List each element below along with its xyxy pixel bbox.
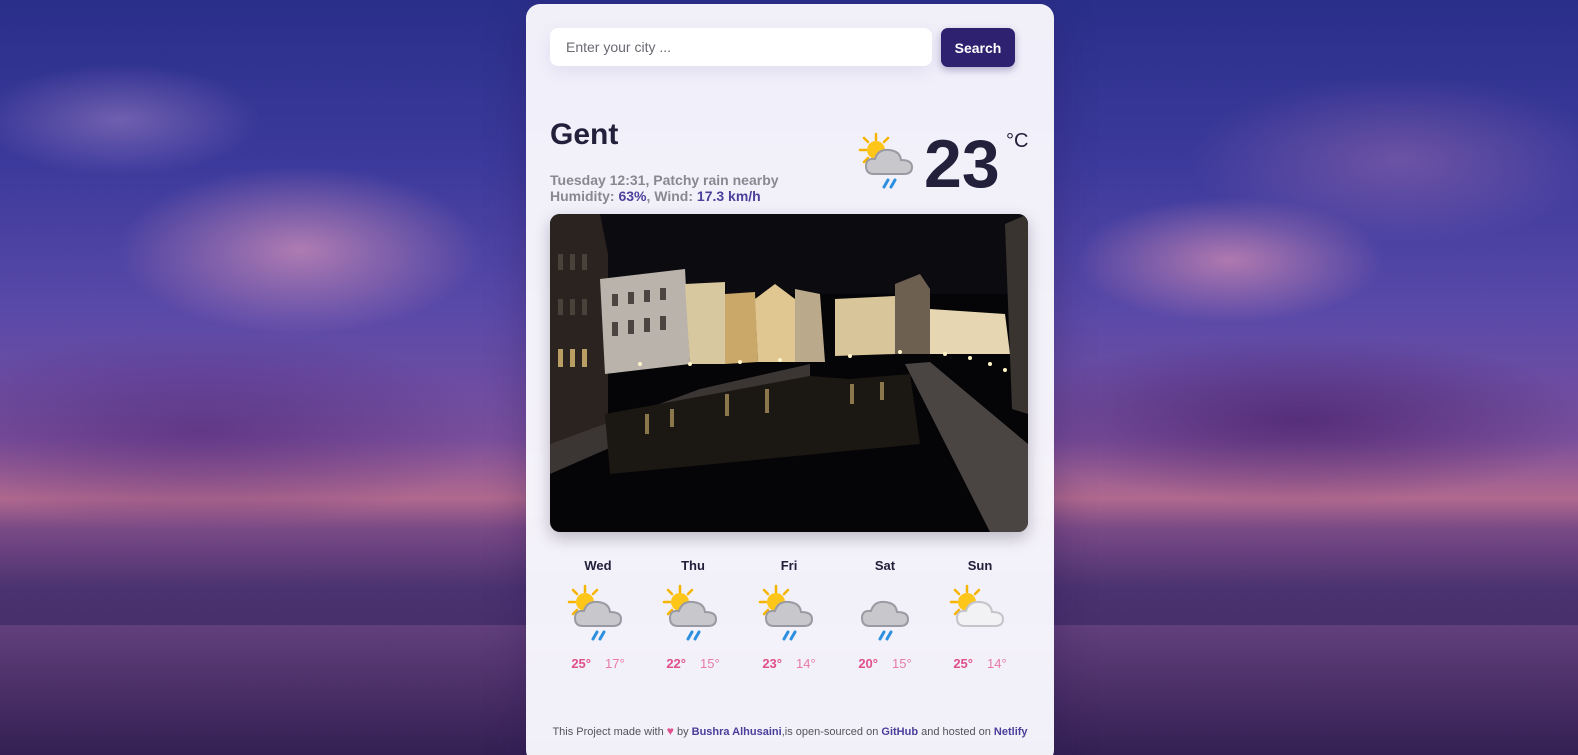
forecast-day-name: Wed — [584, 558, 612, 573]
cloud-rain-icon — [860, 600, 910, 641]
forecast-day-name: Sat — [874, 558, 896, 573]
city-search-input[interactable] — [550, 28, 932, 66]
forecast-max-temp: 25° — [571, 656, 591, 671]
forecast-day-name: Thu — [681, 558, 705, 573]
day-time: Tuesday 12:31 — [550, 172, 646, 188]
forecast-day: Wed 25° 17° — [550, 556, 646, 676]
forecast-day-name: Fri — [780, 558, 798, 573]
partly-cloudy-icon — [949, 584, 1005, 627]
weather-card: Search Gent Tuesday 12:31, Patchy rain n… — [526, 4, 1054, 755]
forecast-max-temp: 25° — [953, 656, 973, 671]
city-name: Gent — [550, 118, 619, 151]
city-photo — [550, 214, 1028, 532]
forecast-temps: 25° 14° — [932, 656, 1028, 671]
search-button[interactable]: Search — [941, 28, 1015, 67]
footer: This Project made with ♥ by Bushra Alhus… — [526, 724, 1054, 738]
humidity-wind: Humidity: 63%, Wind: 17.3 km/h — [550, 188, 761, 204]
current-temperature: 23 °C — [856, 124, 1036, 204]
forecast-max-temp: 22° — [666, 656, 686, 671]
forecast-min-temp: 14° — [987, 656, 1007, 671]
temperature-value: 23 — [924, 126, 1000, 202]
forecast-min-temp: 14° — [796, 656, 816, 671]
city-photo-image — [550, 214, 1028, 532]
footer-text: This Project made with — [552, 726, 664, 738]
forecast-temps: 23° 14° — [741, 656, 837, 671]
forecast-temps: 20° 15° — [837, 656, 933, 671]
forecast-day: Sat 20° 15° — [837, 556, 933, 676]
github-link[interactable]: GitHub — [881, 726, 918, 738]
weather-details: Tuesday 12:31, Patchy rain nearby Humidi… — [550, 172, 779, 204]
forecast-temps: 25° 17° — [550, 656, 646, 671]
forecast-min-temp: 17° — [605, 656, 625, 671]
forecast-temps: 22° 15° — [645, 656, 741, 671]
weather-description: Patchy rain nearby — [653, 172, 779, 188]
netlify-link[interactable]: Netlify — [994, 726, 1028, 738]
forecast-day: Thu 22° 15° — [645, 556, 741, 676]
forecast-min-temp: 15° — [700, 656, 720, 671]
heart-icon: ♥ — [666, 724, 674, 738]
search-form: Search — [550, 28, 1016, 70]
partly-cloudy-rain-icon — [662, 584, 718, 641]
date-description: Tuesday 12:31, Patchy rain nearby — [550, 172, 779, 188]
wind-value: 17.3 km/h — [696, 188, 761, 204]
partly-cloudy-rain-icon — [758, 584, 814, 641]
wind-label: Wind: — [654, 188, 694, 204]
partly-cloudy-rain-icon — [858, 132, 914, 189]
temperature-unit: °C — [1006, 130, 1029, 152]
forecast-max-temp: 20° — [858, 656, 878, 671]
forecast-min-temp: 15° — [892, 656, 912, 671]
humidity-value: 63% — [618, 188, 647, 204]
forecast-day-name: Sun — [967, 558, 993, 573]
footer-hosted-text: and hosted on — [921, 726, 991, 738]
footer-by: by — [676, 726, 689, 738]
humidity-label: Humidity: — [550, 188, 615, 204]
forecast-max-temp: 23° — [762, 656, 782, 671]
author-link[interactable]: Bushra Alhusaini — [692, 726, 782, 738]
forecast-day: Fri 23° 14° — [741, 556, 837, 676]
partly-cloudy-rain-icon — [567, 584, 623, 641]
forecast-day: Sun 25° 14° — [932, 556, 1028, 676]
footer-open-source-text: ,is open-sourced on — [781, 726, 879, 738]
forecast-list: Wed 25° 17° Thu 22° 15° Fri 23° 14° Sat … — [550, 556, 1028, 676]
